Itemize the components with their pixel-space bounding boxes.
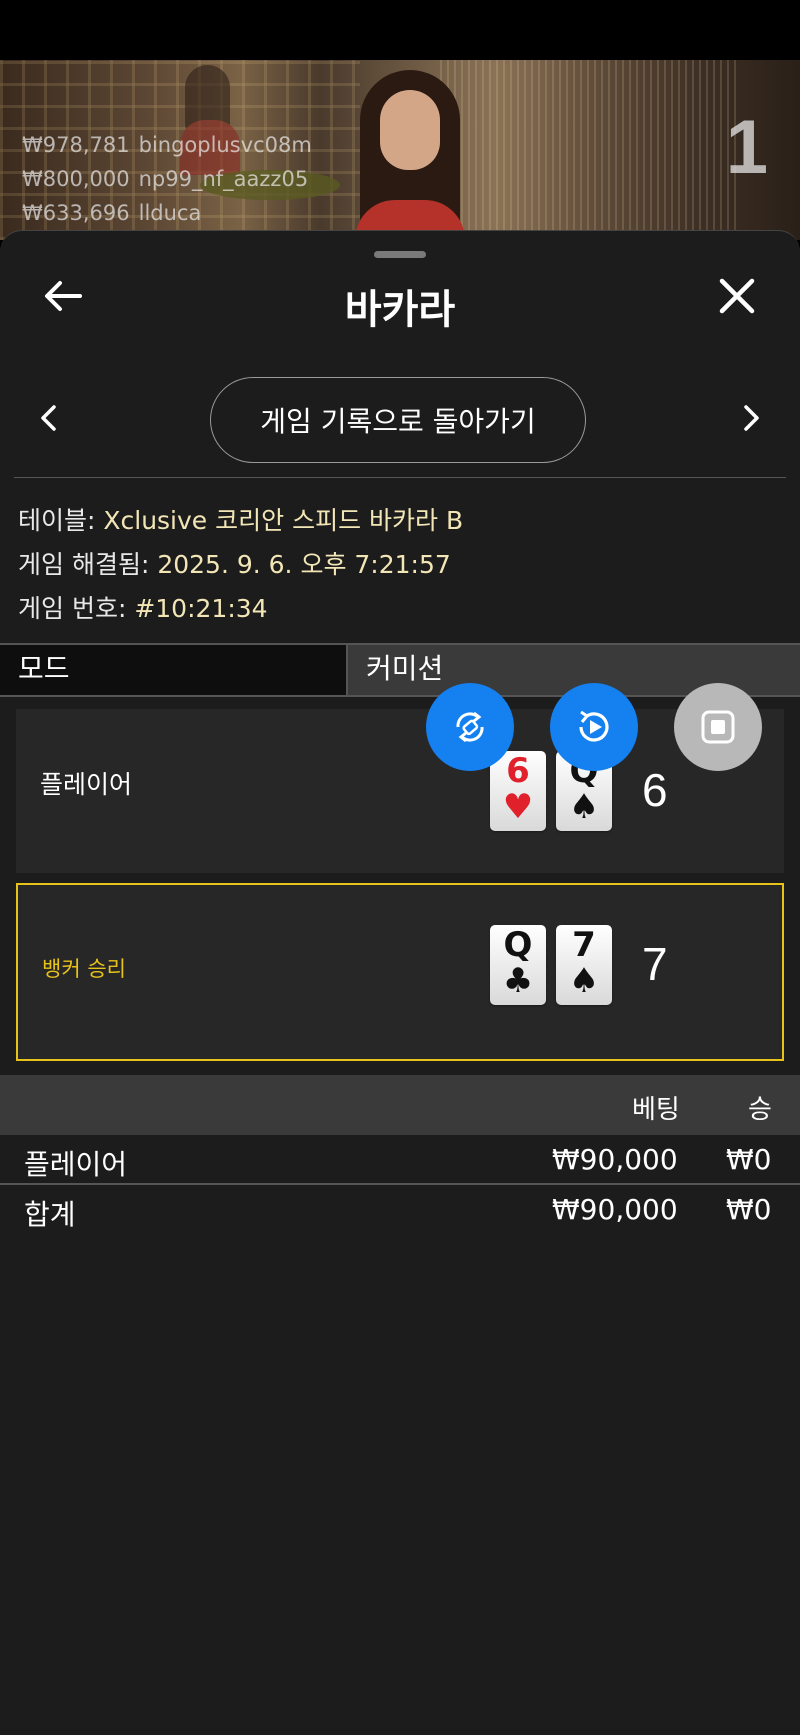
mode-row: 모드 커미션 (0, 643, 800, 697)
divider (14, 477, 786, 478)
game-history-sheet: 바카라 게임 기록으로 돌아가기 테이블: Xclusive 코리안 스피드 바… (0, 230, 800, 1735)
table-label: 테이블: (18, 506, 104, 535)
table-row: 플레이어 ₩90,000 ₩0 (0, 1137, 800, 1185)
player-hand-panel: 플레이어 6 ♥ Q ♠ 6 (16, 709, 784, 873)
banker-card-1: Q ♣ (490, 925, 546, 1005)
winner-user: np99_nf_aazz05 (138, 167, 309, 191)
card-suit: ♥ (502, 787, 534, 827)
game-number-value: #10:21:34 (134, 594, 268, 623)
bet-column-header: 베팅 (632, 1095, 680, 1125)
winners-list: ₩978,781 bingoplusvc08m ₩800,000 np99_nf_a… (22, 128, 321, 230)
chevron-right-icon[interactable] (736, 403, 766, 433)
player-hand-label: 플레이어 (40, 770, 133, 799)
bets-table-header: 베팅 승 (0, 1075, 800, 1135)
table-value: Xclusive 코리안 스피드 바카라 B (103, 506, 464, 535)
rotate-lock-button[interactable] (426, 683, 514, 771)
rotate-lock-icon (456, 711, 484, 743)
resolved-label: 게임 해결됨: (18, 550, 158, 579)
card-suit: ♠ (568, 961, 600, 1001)
table-info: 테이블: Xclusive 코리안 스피드 바카라 B (18, 501, 463, 537)
back-to-history-button[interactable]: 게임 기록으로 돌아가기 (210, 377, 586, 463)
dealer-figure (350, 70, 470, 240)
player-card-1: 6 ♥ (490, 751, 546, 831)
card-suit: ♠ (568, 787, 600, 827)
win-amount: ₩0 (726, 1143, 772, 1176)
total-bet-amount: ₩90,000 (552, 1193, 678, 1226)
player-score: 6 (642, 764, 668, 816)
bet-name: 플레이어 (24, 1148, 128, 1181)
page-title: 바카라 (344, 287, 456, 333)
winner-amount: ₩800,000 (22, 167, 130, 191)
resolved-value: 2025. 9. 6. 오후 7:21:57 (157, 550, 451, 579)
resolved-info: 게임 해결됨: 2025. 9. 6. 오후 7:21:57 (18, 545, 451, 581)
status-bar (0, 0, 800, 60)
mode-label: 모드 (0, 645, 348, 695)
winner-row: ₩800,000 np99_nf_aazz05 (22, 162, 321, 196)
sheet-drag-handle[interactable] (374, 251, 426, 258)
banker-score: 7 (642, 938, 668, 990)
winner-row: ₩978,781 bingoplusvc08m (22, 128, 321, 162)
stop-button[interactable] (674, 683, 762, 771)
total-label: 합계 (24, 1198, 76, 1231)
live-video-stream: ₩978,781 bingoplusvc08m ₩800,000 np99_nf_a… (0, 60, 800, 240)
winner-user: bingoplusvc08m (138, 133, 312, 157)
game-number-info: 게임 번호: #10:21:34 (18, 589, 268, 625)
card-suit: ♣ (502, 961, 534, 1001)
game-number-label: 게임 번호: (18, 594, 135, 623)
card-rank: Q (503, 925, 533, 965)
round-number: 1 (725, 105, 768, 190)
winner-amount: ₩978,781 (22, 133, 130, 157)
chevron-left-icon[interactable] (34, 403, 64, 433)
stop-icon (701, 710, 735, 744)
banker-hand-label: 뱅커 승리 (42, 957, 126, 981)
replay-button[interactable] (550, 683, 638, 771)
banker-card-2: 7 ♠ (556, 925, 612, 1005)
banker-hand-panel: 뱅커 승리 Q ♣ 7 ♠ 7 (16, 883, 784, 1061)
win-column-header: 승 (748, 1095, 772, 1125)
replay-play-icon (579, 710, 609, 742)
winner-amount: ₩633,696 (22, 201, 130, 225)
winner-row: ₩633,696 llduca (22, 196, 321, 230)
bet-amount: ₩90,000 (552, 1143, 678, 1176)
total-win-amount: ₩0 (726, 1193, 772, 1226)
close-icon[interactable] (714, 273, 760, 319)
total-row: 합계 ₩90,000 ₩0 (0, 1187, 800, 1235)
mode-value: 커미션 (366, 652, 444, 685)
card-rank: 7 (572, 925, 596, 965)
winner-user: llduca (138, 201, 202, 225)
video-background-curtain (440, 60, 740, 240)
